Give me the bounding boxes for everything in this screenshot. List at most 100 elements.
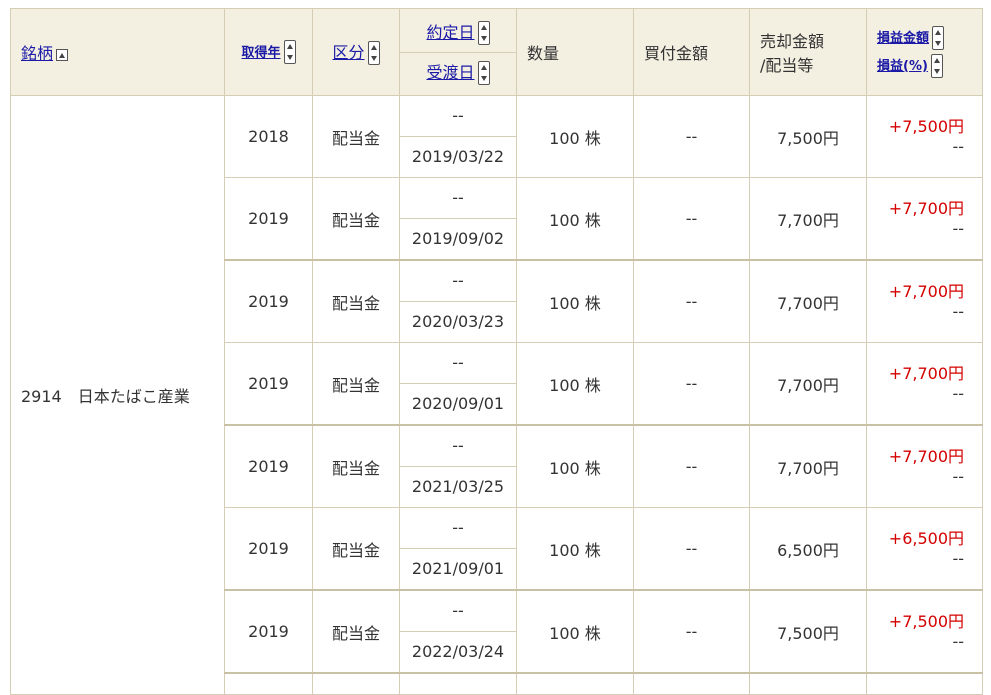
sort-toggle-icon[interactable] [367,41,380,66]
sort-toggle-icon[interactable] [477,21,490,45]
transaction-kind: 配当金 [312,507,400,591]
header-buy: 買付金額 [633,8,750,96]
quantity: 100 株 [516,259,634,343]
profit-percent: -- [952,218,964,238]
quantity: 100 株 [516,507,634,591]
buy-amount: -- [633,589,750,674]
delivery-date: 2020/09/01 [411,394,505,413]
acquisition-year: 2019 [224,424,313,508]
header-pl: 損益金額 損益(%) [866,8,983,96]
transaction-kind: 配当金 [312,95,400,178]
sort-by-kind-link[interactable]: 区分 [332,43,364,62]
sell-amount: 7,700円 [749,342,867,426]
profit-amount: +6,500円 [888,528,964,548]
table-body: 2914 日本たばこ産業 2018 配当金 -- 2019/03/22 100 株 -- 7,… [10,95,983,695]
profit-amount: +7,500円 [888,116,964,136]
security-name: 2914 日本たばこ産業 [10,95,225,695]
dates-cell: -- 2020/03/23 [399,259,517,343]
sort-by-name-link[interactable]: 銘柄 [21,44,53,63]
transaction-kind: 配当金 [312,259,400,343]
sell-amount: 6,500円 [749,507,867,591]
acquisition-year: 2019 [224,507,313,591]
buy-amount: -- [633,259,750,343]
buy-amount: -- [633,95,750,178]
sort-toggle-icon[interactable] [477,61,490,85]
acquisition-year: 2019 [224,342,313,426]
header-delivery-date: 受渡日 [400,53,516,92]
profit-cell: +7,700円 -- [866,424,983,508]
sell-amount: 7,700円 [749,177,867,261]
sort-toggle-icon[interactable] [932,25,945,50]
dates-cell: -- 2019/09/02 [399,177,517,261]
header-dates: 約定日 受渡日 [399,8,517,96]
sort-toggle-icon[interactable] [283,40,296,64]
header-year: 取得年 [224,8,313,96]
dates-cell: -- 2020/09/01 [399,342,517,426]
sort-by-pl-pct-link[interactable]: 損益(%) [877,59,928,74]
contract-date: -- [400,508,516,549]
contract-date: -- [400,96,516,137]
contract-date: -- [400,261,516,302]
buy-amount: -- [633,507,750,591]
acquisition-year: 2018 [224,95,313,178]
acquisition-year: 2019 [224,177,313,261]
sort-by-pl-amount-link[interactable]: 損益金額 [877,31,929,46]
quantity: 100 株 [516,177,634,261]
quantity: 100 株 [516,95,634,178]
sort-by-year-link[interactable]: 取得年 [241,46,280,61]
profit-amount: +7,700円 [888,446,964,466]
profit-cell: +7,500円 -- [866,589,983,674]
sell-amount: 7,500円 [749,589,867,674]
empty-cell [866,672,983,695]
sell-amount: 7,700円 [749,259,867,343]
sell-amount: 7,700円 [749,424,867,508]
sort-by-delivery-date-link[interactable]: 受渡日 [426,63,474,82]
transaction-kind: 配当金 [312,589,400,674]
profit-cell: +7,700円 -- [866,259,983,343]
profit-cell: +7,700円 -- [866,342,983,426]
buy-amount: -- [633,342,750,426]
contract-date: -- [400,591,516,632]
profit-percent: -- [952,466,964,486]
header-sell-line1: 売却金額 [760,32,825,51]
delivery-date: 2020/03/23 [411,312,505,331]
sort-toggle-icon[interactable] [930,53,943,78]
sort-asc-icon[interactable] [56,48,69,61]
empty-cell [516,672,634,695]
table-header-row: 銘柄 取得年 区分 約定日 受渡日 数量 買付金額 売却金額 /配当等 損益金額… [10,8,983,96]
sort-by-contract-date-link[interactable]: 約定日 [426,23,474,42]
quantity: 100 株 [516,342,634,426]
dates-cell: -- 2019/03/22 [399,95,517,178]
contract-date: -- [400,426,516,467]
transaction-kind: 配当金 [312,342,400,426]
empty-cell [633,672,750,695]
profit-cell: +7,500円 -- [866,95,983,178]
header-name: 銘柄 [10,8,225,96]
dates-cell: -- 2021/09/01 [399,507,517,591]
delivery-date: 2022/03/24 [411,642,505,661]
contract-date: -- [400,343,516,384]
header-sell: 売却金額 /配当等 [749,8,867,96]
acquisition-year: 2019 [224,259,313,343]
dividend-history-table: 銘柄 取得年 区分 約定日 受渡日 数量 買付金額 売却金額 /配当等 損益金額… [10,8,983,695]
transaction-kind: 配当金 [312,424,400,508]
delivery-date: 2021/03/25 [411,477,505,496]
profit-amount: +7,500円 [888,611,964,631]
quantity: 100 株 [516,589,634,674]
empty-cell [399,672,517,695]
profit-percent: -- [952,136,964,156]
acquisition-year: 2019 [224,589,313,674]
profit-cell: +6,500円 -- [866,507,983,591]
profit-percent: -- [952,548,964,568]
delivery-date: 2019/03/22 [411,147,505,166]
header-qty: 数量 [516,8,634,96]
dates-cell: -- 2022/03/24 [399,589,517,674]
profit-amount: +7,700円 [888,281,964,301]
sell-amount: 7,500円 [749,95,867,178]
delivery-date: 2019/09/02 [411,229,505,248]
buy-amount: -- [633,424,750,508]
header-sell-line2: /配当等 [760,56,814,75]
profit-amount: +7,700円 [888,363,964,383]
dates-cell: -- 2021/03/25 [399,424,517,508]
buy-amount: -- [633,177,750,261]
